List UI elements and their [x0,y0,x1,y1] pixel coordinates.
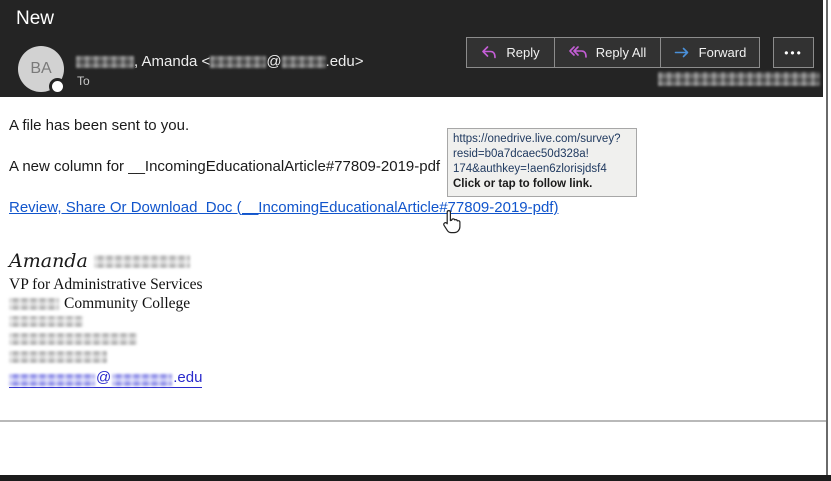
email-suffix: .edu [173,369,203,386]
review-download-link[interactable]: Review, Share Or Download Doc (__Incomin… [9,199,558,216]
window-bottom-edge [0,475,831,481]
redacted-email-user [9,374,95,386]
hand-cursor-icon [443,210,461,234]
signature-organization: Community College [9,295,190,313]
signature-name: Amanda [9,250,190,272]
sender-avatar[interactable]: BA [18,46,66,95]
redacted-address-line1 [9,316,83,327]
signature-org-visible: Community College [64,295,191,312]
reply-all-icon [568,46,587,58]
reply-all-button[interactable]: Reply All [554,37,661,68]
body-greeting: A file has been sent to you. [9,117,190,134]
signature-role: VP for Administrative Services [9,276,203,293]
redacted-timestamp [658,72,820,86]
reply-all-button-label: Reply All [595,45,647,60]
redacted-phone [9,351,107,363]
presence-indicator-icon [49,78,66,95]
tooltip-url-line1: https://onedrive.live.com/survey? [453,133,621,145]
signature-first-name: Amanda [9,250,88,272]
avatar-initials: BA [30,60,52,77]
redacted-sender-email-user [210,55,267,68]
redacted-signature-lastname [93,254,190,268]
sender-email-at: @ [266,53,282,70]
body-subject-line: A new column for __IncomingEducationalAr… [9,158,441,175]
redacted-sender-lastname [76,55,134,68]
tooltip-url-line3: 174&authkey=!aen6zlorisjdsf4 [453,163,607,175]
to-label[interactable]: To [77,74,90,88]
link-tooltip: https://onedrive.live.com/survey? resid=… [447,128,637,197]
subject-title: New [16,8,55,29]
message-toolbar: Reply Reply All Forward [466,37,760,68]
pane-separator-line [0,420,827,422]
window-right-edge[interactable] [826,0,828,481]
reply-button-label: Reply [506,45,540,60]
sender-line[interactable]: , Amanda < @ .edu> [76,53,364,70]
tooltip-url-line2: resid=b0a7dcaec50d328a! [453,148,589,160]
tooltip-hint: Click or tap to follow link. [453,178,593,190]
redacted-email-domain [112,374,173,386]
message-header: New BA , Amanda < @ .edu> To Reply Reply A… [0,0,823,97]
redacted-sender-email-domain [281,55,326,68]
forward-button-label: Forward [698,45,747,60]
redacted-org-name [9,298,59,310]
sender-name-visible: , Amanda < [134,53,211,70]
email-reading-pane: New BA , Amanda < @ .edu> To Reply Reply A… [0,0,831,481]
forward-icon [674,47,688,58]
sender-email-suffix: .edu> [325,53,364,70]
forward-button[interactable]: Forward [660,37,760,68]
redacted-address-line2 [9,333,137,345]
reply-button[interactable]: Reply [466,37,555,68]
ellipsis-icon: ••• [784,45,803,60]
more-actions-button[interactable]: ••• [773,37,814,68]
reply-icon [482,46,497,59]
email-at-symbol: @ [96,369,112,386]
signature-email-link[interactable]: @ .edu [9,369,203,388]
